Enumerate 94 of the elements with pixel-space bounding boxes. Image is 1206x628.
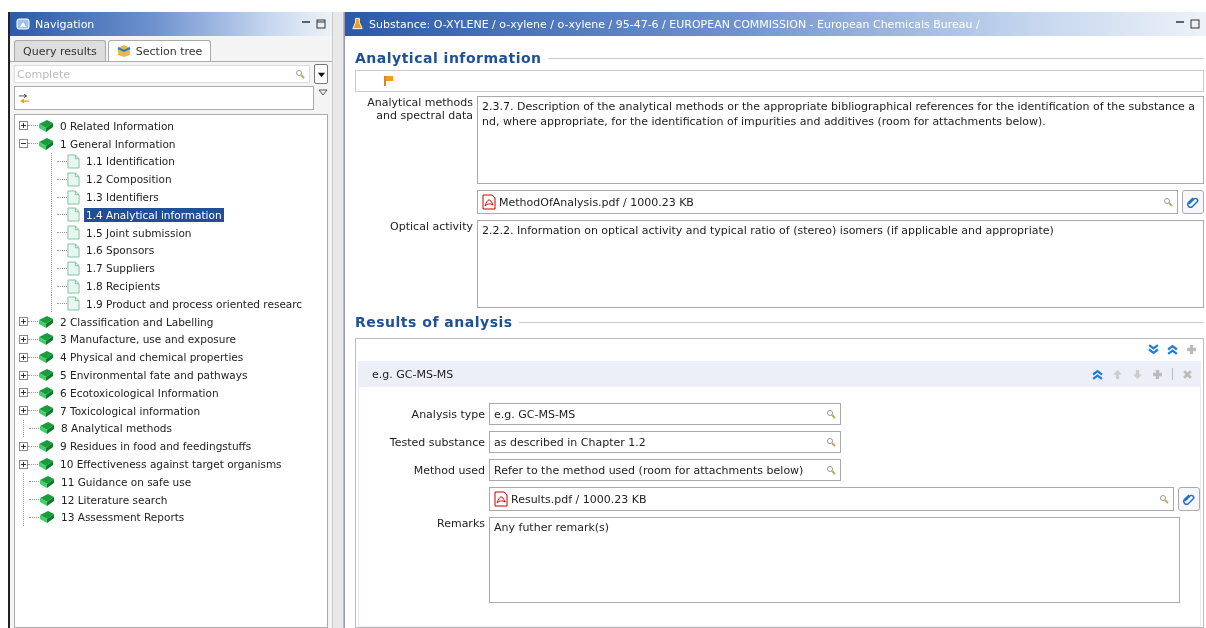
flask-icon [351, 17, 364, 31]
attach-button[interactable] [1182, 190, 1204, 214]
field-label: Analytical methods and spectral data [366, 96, 473, 122]
tree-item[interactable]: 1.8 Recipients [84, 279, 163, 294]
tree-item[interactable]: 7 Toxicological information [58, 403, 203, 418]
expand-toggle-icon[interactable] [19, 317, 28, 327]
pdf-icon [494, 491, 508, 507]
text-area[interactable]: Any futher remark(s) [489, 517, 1180, 603]
page-icon [67, 225, 80, 241]
collapse-all-icon[interactable] [1167, 343, 1178, 355]
field-label: Optical activity [390, 220, 473, 233]
book-icon [38, 385, 54, 400]
tree-item[interactable]: 1.1 Identification [84, 154, 177, 169]
book-icon [38, 457, 54, 472]
tree-item[interactable]: 1.9 Product and process oriented researc [84, 296, 305, 311]
field-label: Method used [413, 463, 485, 477]
paperclip-icon [1182, 492, 1196, 506]
tree-item[interactable]: 1.5 Joint submission [84, 225, 194, 240]
book-icon [39, 492, 55, 507]
tree-item[interactable]: 2 Classification and Labelling [58, 314, 216, 329]
tree-item[interactable]: 13 Assessment Reports [59, 510, 187, 525]
attachment-field[interactable]: Results.pdf / 1000.23 KB [489, 487, 1174, 511]
book-icon [38, 136, 54, 151]
tree-item[interactable]: 5 Environmental fate and pathways [58, 368, 250, 383]
picklist-field[interactable]: e.g. GC-MS-MS [489, 403, 841, 425]
flag-icon[interactable] [384, 75, 394, 87]
maximize-icon[interactable] [316, 19, 326, 29]
page-icon [67, 154, 80, 169]
tab[interactable]: Section tree [107, 40, 212, 61]
tree-item[interactable]: 3 Manufacture, use and exposure [58, 332, 238, 347]
book-icon [38, 368, 54, 383]
book-icon [38, 314, 54, 329]
page-icon [67, 171, 80, 187]
panel-title: Navigation [35, 17, 95, 31]
picklist-field[interactable]: Refer to the method used (room for attachments below) [489, 459, 841, 481]
picklist-field[interactable]: as described in Chapter 1.2 [489, 431, 841, 453]
book-icon [39, 510, 55, 525]
expand-toggle-icon[interactable] [19, 459, 28, 469]
tree-item[interactable]: 1.3 Identifiers [84, 190, 161, 205]
tree-item[interactable]: 1 General Information [58, 136, 178, 151]
text-area[interactable]: 2.2.2. Information on optical activity and typical ratio of (stereo) isomers (if applicable and appropriate) [477, 220, 1204, 308]
tree-item[interactable]: 6 Ecotoxicological Information [58, 385, 221, 400]
paperclip-icon [1186, 195, 1200, 209]
book-icon [38, 350, 54, 365]
expand-toggle-icon[interactable] [19, 441, 28, 451]
dropdown-button[interactable] [314, 64, 328, 84]
tree-item[interactable]: 12 Literature search [59, 492, 170, 507]
page-icon [67, 296, 80, 312]
field-label: Tested substance [389, 435, 485, 449]
page-icon [67, 207, 80, 223]
tree-item[interactable]: 8 Analytical methods [59, 421, 174, 436]
tree-item[interactable]: 0 Related Information [58, 118, 176, 133]
book-icon [38, 118, 54, 133]
tree-item[interactable]: 4 Physical and chemical properties [58, 350, 246, 365]
book-icon [39, 474, 55, 489]
arrows-icon [18, 92, 30, 104]
expand-toggle-icon[interactable] [19, 139, 28, 149]
page-icon [67, 242, 80, 258]
page-icon [67, 278, 80, 294]
book-icon [38, 403, 54, 418]
filter-field[interactable]: Complete [14, 65, 310, 83]
tree-item[interactable]: 1.6 Sponsors [84, 243, 157, 258]
section-title: Results of analysis [355, 314, 513, 330]
attach-button[interactable] [1178, 487, 1200, 511]
section-title: Analytical information [355, 50, 542, 66]
tree-item[interactable]: 1.4 Analytical information [84, 207, 224, 222]
expand-toggle-icon[interactable] [19, 406, 28, 416]
expand-toggle-icon[interactable] [19, 121, 28, 131]
tree-item[interactable]: 9 Residues in food and feedingstuffs [58, 439, 254, 454]
expand-toggle-icon[interactable] [19, 370, 28, 380]
maximize-icon[interactable] [1190, 19, 1200, 29]
attachment-field[interactable]: MethodOfAnalysis.pdf / 1000.23 KB [477, 190, 1178, 214]
expand-all-icon[interactable] [1148, 343, 1159, 355]
book-icon [39, 421, 55, 436]
book-icon [38, 439, 54, 454]
field-label: Remarks [437, 517, 485, 530]
menu-arrow-icon[interactable] [318, 89, 328, 97]
tab[interactable]: Query results [14, 40, 106, 61]
tree-item[interactable]: 1.2 Composition [84, 172, 174, 187]
text-area[interactable]: 2.3.7. Description of the analytical methods or the appropriate bibliographical references for the identification of the substance and, where appropriate, for the identification of impurities and additives (room for attachments below). [477, 96, 1204, 184]
pdf-icon [482, 194, 496, 210]
expand-toggle-icon[interactable] [19, 352, 28, 362]
tree-item[interactable]: 11 Guidance on safe use [59, 474, 194, 489]
block-title: e.g. GC-MS-MS [372, 367, 454, 381]
expand-toggle-icon[interactable] [19, 334, 28, 344]
page-icon [67, 189, 80, 205]
page-icon [67, 260, 80, 276]
book-icon [38, 332, 54, 347]
expand-toggle-icon[interactable] [19, 388, 28, 398]
tree-item[interactable]: 1.7 Suppliers [84, 261, 157, 276]
collapse-icon[interactable] [1092, 368, 1103, 380]
editor-title: Substance: O-XYLENE / o-xylene / o-xylene / 95-47-6 / EUROPEAN COMMISSION - European Chemicals Bureau / [369, 17, 980, 31]
tree-item[interactable]: 10 Effectiveness against target organisms [58, 457, 284, 472]
field-label: Analysis type [411, 407, 485, 421]
